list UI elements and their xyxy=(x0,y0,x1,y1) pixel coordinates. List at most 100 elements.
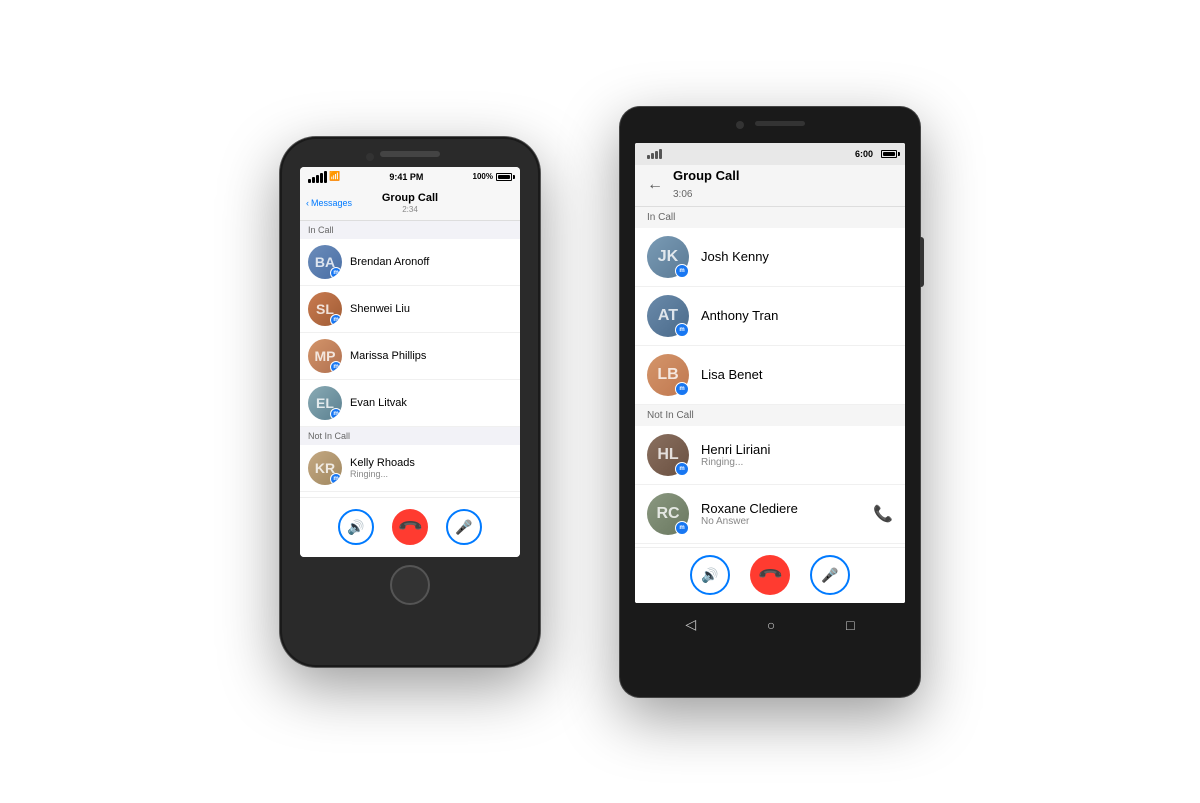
android-group-call-title: Group Call xyxy=(673,168,739,184)
list-item: KR Kelly Rhoads Ringing... xyxy=(300,445,520,492)
ios-time: 9:41 PM xyxy=(389,172,423,182)
ios-in-call-header: In Call xyxy=(300,221,520,239)
ios-not-in-call-header: Not In Call xyxy=(300,427,520,445)
android-nav-title-container: Group Call 3:06 xyxy=(673,168,739,202)
android-nav-bottom: ◁ ○ □ xyxy=(620,603,920,647)
android-not-in-call-list: HL Henri Liriani Ringing... RC Roxane Cl… xyxy=(635,426,905,544)
ios-back-button[interactable]: ‹ Messages xyxy=(306,198,352,208)
contact-name: Josh Kenny xyxy=(701,249,769,264)
avatar: KR xyxy=(308,451,342,485)
contact-name: Marissa Phillips xyxy=(350,350,426,362)
ios-status-bar: 📶 9:41 PM 100% xyxy=(300,167,520,187)
android-battery-icon xyxy=(881,150,897,158)
battery-fill xyxy=(498,175,510,179)
list-item: EL Evan Litvak xyxy=(300,380,520,427)
list-item: BA Brendan Aronoff xyxy=(300,239,520,286)
android-in-call-header: In Call xyxy=(635,207,905,228)
android-speaker-button[interactable]: 🔊 xyxy=(690,555,730,595)
ios-call-controls: 🔊 📞 🎤 xyxy=(300,497,520,557)
ios-nav-title: Group Call 2:34 xyxy=(382,192,438,215)
avatar: MP xyxy=(308,339,342,373)
android-top-bezel xyxy=(620,107,920,143)
avatar: EL xyxy=(308,386,342,420)
contact-name: Henri Liriani xyxy=(701,442,770,457)
contact-name: Anthony Tran xyxy=(701,308,778,323)
contact-name: Roxane Clediere xyxy=(701,501,798,516)
ios-mic-button[interactable]: 🎤 xyxy=(446,509,482,545)
contact-status: Ringing... xyxy=(701,457,770,468)
ios-back-label[interactable]: Messages xyxy=(311,198,352,208)
iphone-camera xyxy=(366,153,374,161)
android-status-bar: 6:00 xyxy=(635,143,905,165)
ios-group-call-title: Group Call xyxy=(382,192,438,204)
android-back-nav-button[interactable]: ◁ xyxy=(685,616,696,633)
contact-name: Brendan Aronoff xyxy=(350,256,429,268)
ios-speaker-button[interactable]: 🔊 xyxy=(338,509,374,545)
contact-info: Henri Liriani Ringing... xyxy=(701,442,770,468)
list-item: SL Shenwei Liu xyxy=(300,286,520,333)
ios-battery-label: 100% xyxy=(473,172,493,181)
android-battery-fill xyxy=(883,152,895,156)
contact-info: Kelly Rhoads Ringing... xyxy=(350,457,415,479)
avatar: HL xyxy=(647,434,689,476)
avatar: AT xyxy=(647,295,689,337)
messenger-badge-icon xyxy=(330,473,342,485)
avatar: BA xyxy=(308,245,342,279)
iphone-home-button[interactable] xyxy=(390,565,430,605)
android-nav-bar: ← Group Call 3:06 xyxy=(635,165,905,207)
ios-call-duration: 2:34 xyxy=(382,205,438,215)
android-recent-nav-button[interactable]: □ xyxy=(846,617,854,633)
android-time: 6:00 xyxy=(855,149,873,159)
avatar: LB xyxy=(647,354,689,396)
messenger-badge-icon xyxy=(330,361,342,373)
messenger-badge-icon xyxy=(675,382,689,396)
messenger-badge-icon xyxy=(675,521,689,535)
contact-name: Kelly Rhoads xyxy=(350,457,415,469)
contact-status: No Answer xyxy=(701,516,798,527)
wifi-icon: 📶 xyxy=(329,171,340,182)
avatar: RC xyxy=(647,493,689,535)
list-item: AT Anthony Tran xyxy=(635,287,905,346)
avatar: SL xyxy=(308,292,342,326)
ios-not-in-call-list: KR Kelly Rhoads Ringing... RA Russell An… xyxy=(300,445,520,497)
android-call-duration: 3:06 xyxy=(673,189,692,200)
list-item: JK Josh Kenny xyxy=(635,228,905,287)
android-call-controls: 🔊 📞 🎤 xyxy=(635,547,905,603)
list-item: LB Lisa Benet xyxy=(635,346,905,405)
android-mic-button[interactable]: 🎤 xyxy=(810,555,850,595)
call-back-icon[interactable]: 📞 xyxy=(873,504,893,524)
avatar: JK xyxy=(647,236,689,278)
messenger-badge-icon xyxy=(330,267,342,279)
android-content: In Call JK Josh Kenny AT Anthony Tran LB… xyxy=(635,207,905,547)
messenger-badge-icon xyxy=(675,323,689,337)
ios-hangup-button[interactable]: 📞 xyxy=(385,502,436,553)
android-camera xyxy=(736,121,744,129)
messenger-badge-icon xyxy=(330,408,342,420)
android-screen: 6:00 ← Group Call 3:06 In Call JK Josh K… xyxy=(635,143,905,603)
list-item: MP Marissa Phillips xyxy=(300,333,520,380)
iphone-device: 📶 9:41 PM 100% ‹ Messages Group Call 2:3… xyxy=(280,137,540,667)
android-device: 6:00 ← Group Call 3:06 In Call JK Josh K… xyxy=(620,107,920,697)
contact-name: Shenwei Liu xyxy=(350,303,410,315)
android-speaker xyxy=(755,121,805,126)
ios-signal: 📶 xyxy=(308,171,340,183)
list-item: RC Roxane Clediere No Answer 📞 xyxy=(635,485,905,544)
chevron-left-icon: ‹ xyxy=(306,198,309,208)
ios-status-right: 100% xyxy=(473,172,512,181)
battery-icon xyxy=(496,173,512,181)
ios-nav-bar: ‹ Messages Group Call 2:34 xyxy=(300,187,520,221)
android-volume-button xyxy=(920,237,924,287)
android-hangup-button[interactable]: 📞 xyxy=(742,547,799,603)
android-home-nav-button[interactable]: ○ xyxy=(767,617,775,633)
contact-info: Roxane Clediere No Answer xyxy=(701,501,798,527)
contact-name: Lisa Benet xyxy=(701,367,762,382)
list-item: HL Henri Liriani Ringing... xyxy=(635,426,905,485)
ios-content: In Call BA Brendan Aronoff SL Shenwei Li… xyxy=(300,221,520,497)
android-back-button[interactable]: ← xyxy=(647,176,663,194)
iphone-speaker xyxy=(380,151,440,157)
signal-bars-icon xyxy=(308,171,327,183)
messenger-badge-icon xyxy=(330,314,342,326)
contact-status: Ringing... xyxy=(350,469,415,479)
contact-name: Evan Litvak xyxy=(350,397,407,409)
android-not-in-call-header: Not In Call xyxy=(635,405,905,426)
